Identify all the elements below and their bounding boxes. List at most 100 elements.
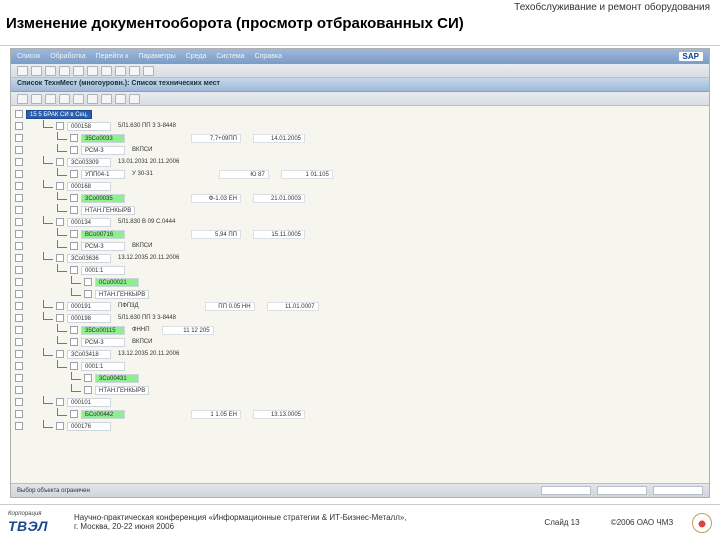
tree-row[interactable]: 35Co00115ФННП11 12 205	[15, 324, 705, 336]
row-code[interactable]: 000101	[67, 398, 111, 407]
tree-row[interactable]: РСМ-3ВКПСИ	[15, 144, 705, 156]
row-checkbox[interactable]	[15, 386, 23, 394]
toolbar-button[interactable]	[59, 66, 70, 76]
toolbar-button[interactable]	[87, 66, 98, 76]
row-checkbox[interactable]	[15, 158, 23, 166]
menu-item[interactable]: Список	[17, 53, 40, 60]
toolbar-button[interactable]	[115, 94, 126, 104]
row-checkbox[interactable]	[84, 374, 92, 382]
row-checkbox[interactable]	[70, 362, 78, 370]
toolbar-button[interactable]	[73, 66, 84, 76]
tree-row[interactable]: НТАН.ГЕНКЫРВ	[15, 204, 705, 216]
row-checkbox[interactable]	[56, 314, 64, 322]
row-checkbox[interactable]	[15, 350, 23, 358]
menu-item[interactable]: Обработка	[50, 53, 85, 60]
tree-row[interactable]: 000191ПФП3ДПП 0.05 НН11.01.0007	[15, 300, 705, 312]
row-code[interactable]: РСМ-3	[81, 338, 125, 347]
toolbar-button[interactable]	[87, 94, 98, 104]
row-checkbox[interactable]	[15, 422, 23, 430]
row-code[interactable]: ВСо00716	[81, 230, 125, 239]
row-checkbox[interactable]	[70, 170, 78, 178]
row-code[interactable]: 3Co00431	[95, 374, 139, 383]
tree-row[interactable]: НТАН.ГЕНКЫРВ	[15, 384, 705, 396]
toolbar-button[interactable]	[73, 94, 84, 104]
tree-row[interactable]: 0001585Л1.630 ПП 3 3-8448	[15, 120, 705, 132]
row-checkbox[interactable]	[56, 158, 64, 166]
tree-row[interactable]: РСМ-3ВКПСИ	[15, 240, 705, 252]
row-checkbox[interactable]	[70, 194, 78, 202]
row-checkbox[interactable]	[15, 302, 23, 310]
row-code[interactable]: 000176	[67, 422, 111, 431]
row-code[interactable]: 3Co03309	[67, 158, 111, 167]
tree-row[interactable]: 000176	[15, 420, 705, 432]
row-checkbox[interactable]	[15, 242, 23, 250]
row-code[interactable]: 3Co00035	[81, 194, 125, 203]
row-checkbox[interactable]	[15, 398, 23, 406]
tree-row[interactable]: УПП04-1У 30-31Ю 871 01.105	[15, 168, 705, 180]
row-checkbox[interactable]	[15, 110, 23, 118]
tree-row[interactable]: 0001:1	[15, 264, 705, 276]
row-code[interactable]: 000134	[67, 218, 111, 227]
tree-row[interactable]: 15 5 БРАК СИ в Сец.	[15, 108, 705, 120]
row-checkbox[interactable]	[15, 338, 23, 346]
row-checkbox[interactable]	[56, 350, 64, 358]
tree-row[interactable]: 35Co00337,7+09ПП14.01.2005	[15, 132, 705, 144]
toolbar-button[interactable]	[31, 94, 42, 104]
row-checkbox[interactable]	[70, 338, 78, 346]
row-code[interactable]: НТАН.ГЕНКЫРВ	[81, 206, 135, 215]
row-checkbox[interactable]	[70, 326, 78, 334]
row-checkbox[interactable]	[15, 278, 23, 286]
tree-row[interactable]: 000168	[15, 180, 705, 192]
tree-row[interactable]: НТАН.ГЕНКЫРВ	[15, 288, 705, 300]
row-checkbox[interactable]	[56, 422, 64, 430]
menu-item[interactable]: Система	[216, 53, 244, 60]
row-code[interactable]: 15 5 БРАК СИ в Сец.	[26, 110, 92, 119]
row-code[interactable]: 35Co0033	[81, 134, 125, 143]
tree-row[interactable]: 3Co0363613.12.2035 20.11.2006	[15, 252, 705, 264]
tree-row[interactable]: РСМ-3ВКПСИ	[15, 336, 705, 348]
toolbar-button[interactable]	[17, 94, 28, 104]
row-checkbox[interactable]	[56, 254, 64, 262]
row-code[interactable]: 0Сo00021	[95, 278, 139, 287]
toolbar-button[interactable]	[31, 66, 42, 76]
toolbar-button[interactable]	[129, 94, 140, 104]
tree-row[interactable]: 0001345Л1.830 В 09 С.0444	[15, 216, 705, 228]
menu-item[interactable]: Параметры	[138, 53, 175, 60]
row-code[interactable]: 000198	[67, 314, 111, 323]
row-checkbox[interactable]	[15, 362, 23, 370]
tree-row[interactable]: 0001:1	[15, 360, 705, 372]
row-code[interactable]: РСМ-3	[81, 146, 125, 155]
row-checkbox[interactable]	[15, 326, 23, 334]
toolbar-button[interactable]	[59, 94, 70, 104]
row-checkbox[interactable]	[15, 266, 23, 274]
row-checkbox[interactable]	[70, 266, 78, 274]
row-checkbox[interactable]	[15, 206, 23, 214]
row-code[interactable]: НТАН.ГЕНКЫРВ	[95, 290, 149, 299]
row-code[interactable]: 3Co03636	[67, 254, 111, 263]
toolbar-button[interactable]	[45, 94, 56, 104]
row-checkbox[interactable]	[70, 134, 78, 142]
tree-row[interactable]: 3Co00431	[15, 372, 705, 384]
row-checkbox[interactable]	[15, 170, 23, 178]
row-code[interactable]: 0001:1	[81, 362, 125, 371]
menu-item[interactable]: Среда	[186, 53, 207, 60]
row-code[interactable]: УПП04-1	[81, 170, 125, 179]
row-checkbox[interactable]	[15, 410, 23, 418]
tree-row[interactable]: 3Co0341813.12.2035 20.11.2006	[15, 348, 705, 360]
row-checkbox[interactable]	[15, 374, 23, 382]
tree-row[interactable]: БСо004421 1.05 ЕН13.13.0005	[15, 408, 705, 420]
row-checkbox[interactable]	[70, 230, 78, 238]
row-code[interactable]: РСМ-3	[81, 242, 125, 251]
tree-row[interactable]: 0001985Л1.630 ПП 3 3-8448	[15, 312, 705, 324]
tree-row[interactable]: 3Co00035Ф-1.03 ЕН21.01.0003	[15, 192, 705, 204]
toolbar-button[interactable]	[115, 66, 126, 76]
menu-item[interactable]: Справка	[255, 53, 282, 60]
toolbar-button[interactable]	[129, 66, 140, 76]
row-code[interactable]: 000158	[67, 122, 111, 131]
row-checkbox[interactable]	[15, 122, 23, 130]
row-checkbox[interactable]	[56, 182, 64, 190]
row-checkbox[interactable]	[15, 134, 23, 142]
row-checkbox[interactable]	[56, 218, 64, 226]
row-checkbox[interactable]	[15, 182, 23, 190]
row-checkbox[interactable]	[70, 206, 78, 214]
